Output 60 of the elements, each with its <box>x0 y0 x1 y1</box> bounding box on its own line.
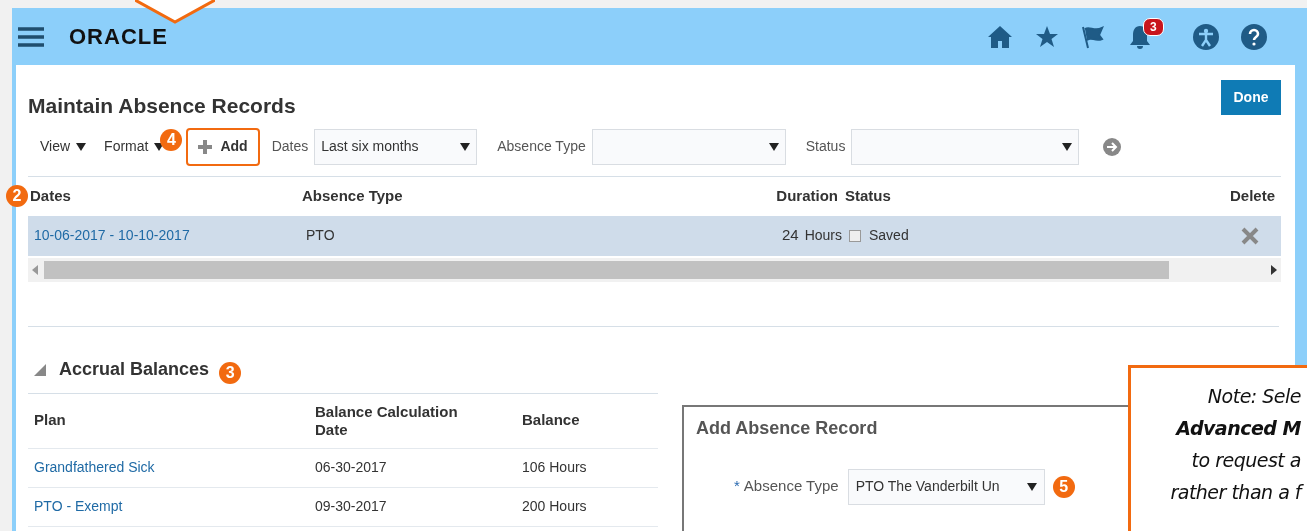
flag-icon[interactable] <box>1081 24 1105 49</box>
caret-icon <box>1026 482 1037 491</box>
required-mark: * <box>734 476 740 497</box>
column-header: Plan <box>33 410 67 431</box>
caret-icon <box>1062 142 1073 151</box>
plan-link[interactable]: Grandfathered Sick <box>28 457 315 478</box>
table-cell-text: 09-30-2017 <box>315 497 388 516</box>
dates-link[interactable]: 10-06-2017 - 10-10-2017 <box>34 225 306 246</box>
filter-select[interactable]: Last six months <box>314 128 478 165</box>
delete-icon[interactable] <box>1241 226 1259 245</box>
home-icon[interactable] <box>987 24 1013 49</box>
section-title: Accrual Balances <box>59 358 210 381</box>
column-header: Dates <box>30 185 72 206</box>
table-cell-text: 106 Hours <box>522 458 587 477</box>
add-button[interactable]: Add <box>186 127 260 166</box>
column-header: Balance Calculation Date <box>315 402 459 439</box>
step-marker: 4 <box>160 128 183 151</box>
done-button[interactable]: Done <box>1221 80 1281 115</box>
table-cell-text: 06-30-2017 <box>315 458 388 477</box>
filter-label: Absence Type <box>497 137 586 156</box>
note-text: Advanced M <box>1176 416 1301 441</box>
expand-triangle-icon[interactable] <box>34 363 46 376</box>
column-header: Absence Type <box>302 185 404 206</box>
caret-icon <box>460 142 471 151</box>
horizontal-scrollbar[interactable] <box>28 257 1281 282</box>
scroll-right-icon[interactable] <box>1271 264 1277 275</box>
caret-icon <box>76 142 87 151</box>
plan-link[interactable]: PTO - Exempt <box>28 496 315 517</box>
note-text: to request a <box>1191 448 1301 473</box>
column-header: Status <box>845 185 892 206</box>
accessibility-icon[interactable] <box>1193 23 1219 50</box>
menu-icon[interactable] <box>18 26 44 47</box>
logo: ORACLE <box>69 23 168 51</box>
panel-title: Add Absence Record <box>696 416 878 440</box>
column-header: Delete <box>1229 185 1276 206</box>
table-cell-text: Saved <box>869 226 909 245</box>
filter-label: Dates <box>271 137 309 156</box>
column-header: Balance <box>522 410 580 431</box>
caret-icon <box>768 142 779 151</box>
toolbar-menu[interactable]: View <box>40 136 87 157</box>
status-icon <box>849 229 861 242</box>
filter-label: Status <box>805 137 846 156</box>
notification-badge: 3 <box>1143 17 1164 36</box>
plus-icon <box>198 139 213 154</box>
help-icon[interactable] <box>1241 23 1267 50</box>
star-icon[interactable] <box>1035 24 1059 49</box>
table-cell-text: 24 Hours <box>780 225 842 246</box>
step-marker: 3 <box>219 361 242 384</box>
note-text: Note: Sele <box>1207 384 1301 409</box>
step-marker: 2 <box>6 185 28 207</box>
absence-type-select[interactable]: PTO The Vanderbilt Un <box>847 468 1045 505</box>
scroll-left-icon[interactable] <box>32 264 38 275</box>
field-label: Absence Type <box>743 476 839 497</box>
step-marker: 5 <box>1052 475 1075 498</box>
column-header: Duration <box>775 185 838 206</box>
go-icon[interactable] <box>1103 137 1122 156</box>
page-title: Maintain Absence Records <box>28 93 296 119</box>
table-cell-text: 200 Hours <box>522 497 587 516</box>
record-row[interactable]: 10-06-2017 - 10-10-2017 PTO 24 Hours Saved <box>28 215 1281 256</box>
table-cell-text: PTO <box>306 226 336 245</box>
